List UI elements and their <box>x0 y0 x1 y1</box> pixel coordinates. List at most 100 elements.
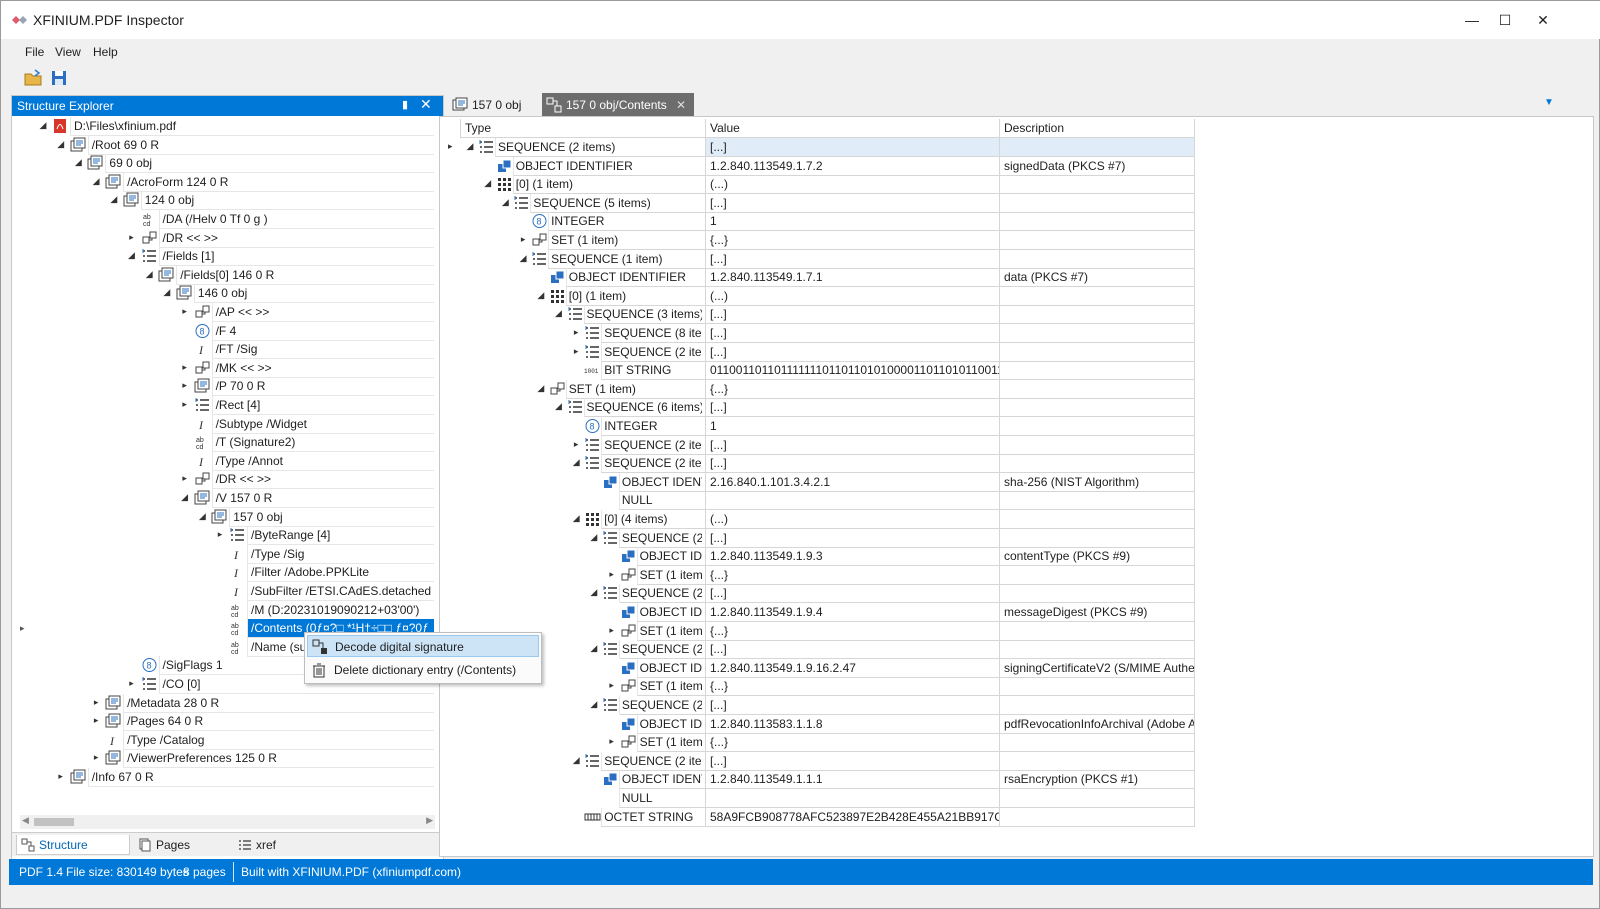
tree-node[interactable]: 8/F 4 <box>12 321 434 341</box>
panel-close-icon[interactable]: ✕ <box>420 96 432 113</box>
collapse-arrow-icon[interactable]: ◢ <box>127 250 137 261</box>
tab-close-icon[interactable]: ✕ <box>676 93 686 117</box>
delete-dictionary-entry-menu-item[interactable]: Delete dictionary entry (/Contents) <box>307 659 539 681</box>
menu-file[interactable]: File <box>25 45 44 59</box>
collapse-arrow-icon[interactable]: ◢ <box>589 587 599 598</box>
expand-arrow-icon[interactable]: ▸ <box>91 752 101 763</box>
collapse-arrow-icon[interactable]: ◢ <box>571 755 581 766</box>
grid-row[interactable]: ◢ SEQUENCE (3 items) [...] <box>440 305 1200 325</box>
tree-node[interactable]: I/Type /Sig <box>12 544 434 564</box>
collapse-arrow-icon[interactable]: ◢ <box>571 457 581 468</box>
grid-row[interactable]: ◢ SET (1 item) {...} <box>440 379 1200 399</box>
tree-node[interactable]: ▸ /Info 67 0 R <box>12 768 434 787</box>
grid-row[interactable]: NULL <box>440 491 1200 511</box>
collapse-arrow-icon[interactable]: ◢ <box>589 699 599 710</box>
tree-node[interactable]: ◢ /Fields[0] 146 0 R <box>12 265 434 285</box>
expand-arrow-icon[interactable]: ▸ <box>518 234 528 245</box>
expand-arrow-icon[interactable]: ▸ <box>571 327 581 338</box>
expand-arrow-icon[interactable]: ▸ <box>180 399 190 410</box>
expand-arrow-icon[interactable]: ▸ <box>180 473 190 484</box>
grid-row[interactable]: ◢ SEQUENCE (1 item) [...] <box>440 249 1200 269</box>
collapse-arrow-icon[interactable]: ◢ <box>56 139 66 150</box>
collapse-arrow-icon[interactable]: ◢ <box>465 141 475 152</box>
collapse-arrow-icon[interactable]: ◢ <box>180 492 190 503</box>
menu-view[interactable]: View <box>55 45 81 59</box>
expand-arrow-icon[interactable]: ▸ <box>91 697 101 708</box>
collapse-arrow-icon[interactable]: ◢ <box>554 308 564 319</box>
grid-row[interactable]: ◢SEQUENCE (2 items)[...] <box>440 751 1200 771</box>
collapse-arrow-icon[interactable]: ◢ <box>73 157 83 168</box>
expand-arrow-icon[interactable]: ▸ <box>56 771 66 782</box>
tree-node[interactable]: ▸ /Pages 64 0 R <box>12 712 434 732</box>
grid-row[interactable]: OBJECT IDENTIFI...1.2.840.113549.1.1.1rs… <box>440 770 1200 790</box>
tree-node[interactable]: ab cd/M (D:20231019090212+03'00') <box>12 600 434 620</box>
tree-node[interactable]: ◢ /Root 69 0 R <box>12 135 434 155</box>
tab-xref-explorer[interactable]: xref Explorer <box>234 835 324 872</box>
grid-row[interactable]: ▸ SET (1 item) {...} <box>440 621 1200 641</box>
menu-help[interactable]: Help <box>93 45 118 59</box>
grid-row[interactable]: ▸ SET (1 item) {...} <box>440 231 1200 250</box>
expand-arrow-icon[interactable]: ▸ <box>180 380 190 391</box>
tree-node[interactable]: I/Filter /Adobe.PPKLite <box>12 563 434 583</box>
tree-node[interactable]: ▸ /P 70 0 R <box>12 377 434 397</box>
tree-node[interactable]: ◢ /V 157 0 R <box>12 489 434 508</box>
tab-dropdown-icon[interactable]: ▼ <box>1544 97 1554 108</box>
grid-row[interactable]: ◢ [0] (4 items) (...) <box>440 510 1200 529</box>
tree-node[interactable]: I/Subtype /Widget <box>12 414 434 434</box>
collapse-arrow-icon[interactable]: ◢ <box>571 513 581 524</box>
expand-arrow-icon[interactable]: ▸ <box>571 346 581 357</box>
tree-node[interactable]: ab cd/DA (/Helv 0 Tf 0 g ) <box>12 210 434 229</box>
tree-node[interactable]: I/Type /Annot <box>12 451 434 471</box>
collapse-arrow-icon[interactable]: ◢ <box>554 401 564 412</box>
column-header-value[interactable]: Value <box>705 119 999 138</box>
tree-node[interactable]: ▸ /ByteRange [4] <box>12 526 434 546</box>
tree-node[interactable]: ◢ 146 0 obj <box>12 284 434 304</box>
minimize-icon[interactable]: — <box>1458 9 1486 31</box>
grid-row[interactable]: ◢ SEQUENCE (6 items) [...] <box>440 398 1200 418</box>
grid-row[interactable]: OBJECT IDEN...1.2.840.113583.1.1.8pdfRev… <box>440 714 1200 734</box>
tab-structure-explorer[interactable]: Structure Explorer <box>16 835 130 872</box>
expand-arrow-icon[interactable]: ▸ <box>127 232 137 243</box>
tree-node[interactable]: ◢ /AcroForm 124 0 R <box>12 172 434 192</box>
collapse-arrow-icon[interactable]: ◢ <box>500 197 510 208</box>
scroll-thumb[interactable] <box>34 818 74 826</box>
tree-node[interactable]: ab cd/T (Signature2) <box>12 433 434 453</box>
expand-arrow-icon[interactable]: ▸ <box>607 736 617 747</box>
collapse-arrow-icon[interactable]: ◢ <box>483 178 493 189</box>
grid-row[interactable]: ◢ SEQUENCE (5 items) [...] <box>440 193 1200 213</box>
expand-arrow-icon[interactable]: ▸ <box>91 715 101 726</box>
grid-row[interactable]: ▸ SET (1 item) {...} <box>440 733 1200 753</box>
grid-row[interactable]: 1001 BIT STRING 01100110110111111101101101… <box>440 361 1200 381</box>
scroll-left-icon[interactable]: ◀ <box>22 815 29 826</box>
tab-157-obj-contents[interactable]: 157 0 obj/Contents ✕ <box>542 93 694 117</box>
tree-node[interactable]: ◢ /Fields [1] <box>12 247 434 267</box>
tree-node[interactable]: ◢ 157 0 obj <box>12 507 434 527</box>
grid-row[interactable]: ◢ [0] (1 item) (...) <box>440 175 1200 195</box>
column-header-type[interactable]: Type <box>460 119 705 138</box>
grid-row[interactable]: ◢SEQUENCE (2 items)[...] <box>440 138 1200 157</box>
tab-157-obj[interactable]: 157 0 obj <box>448 93 540 117</box>
collapse-arrow-icon[interactable]: ◢ <box>38 120 48 131</box>
grid-row[interactable]: OBJECT IDENTIFIER 1.2.840.113549.1.7.1 dat… <box>440 268 1200 288</box>
tree-node[interactable]: ◢ 69 0 obj <box>12 154 434 174</box>
expand-arrow-icon[interactable]: ▸ <box>571 439 581 450</box>
tree-node[interactable]: ▸ /ViewerPreferences 125 0 R <box>12 749 434 769</box>
expand-arrow-icon[interactable]: ▸ <box>127 678 137 689</box>
grid-row[interactable]: ▸ SET (1 item) {...} <box>440 677 1200 697</box>
tree-node[interactable]: ▸ /AP << >> <box>12 303 434 322</box>
grid-row[interactable]: ▸ SET (1 item) {...} <box>440 565 1200 585</box>
collapse-arrow-icon[interactable]: ◢ <box>162 287 172 298</box>
expand-arrow-icon[interactable]: ▸ <box>607 625 617 636</box>
tree-node[interactable]: ▸ /Rect [4] <box>12 396 434 415</box>
grid-row[interactable]: 8 INTEGER 1 <box>440 212 1200 232</box>
tree-node[interactable]: ▸ /MK << >> <box>12 358 434 378</box>
collapse-arrow-icon[interactable]: ◢ <box>589 643 599 654</box>
close-icon[interactable]: ✕ <box>1529 9 1557 31</box>
expand-arrow-icon[interactable]: ▸ <box>180 362 190 373</box>
grid-row[interactable]: ▸ SEQUENCE (2 items)[...] <box>440 342 1200 362</box>
expand-arrow-icon[interactable]: ▸ <box>215 529 225 540</box>
decode-digital-signature-menu-item[interactable]: Decode digital signature <box>307 635 539 657</box>
grid-row[interactable]: NULL <box>440 789 1200 808</box>
grid-row[interactable]: OBJECT IDEN...1.2.840.113549.1.9.16.2.47… <box>440 658 1200 678</box>
column-header-description[interactable]: Description <box>999 119 1195 138</box>
